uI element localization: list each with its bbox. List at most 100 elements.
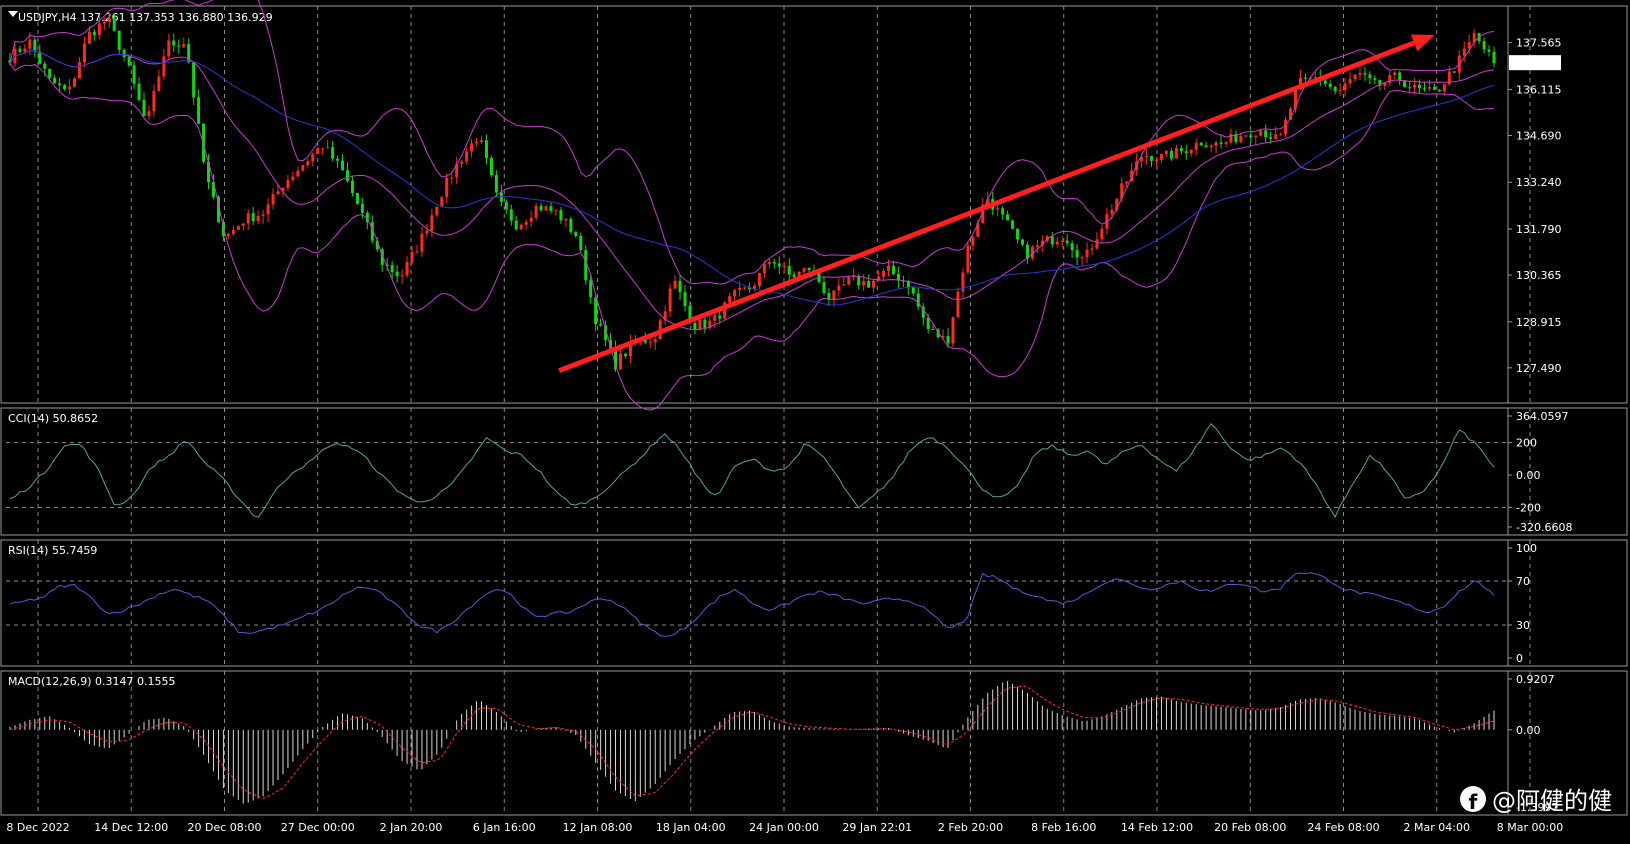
candle-body: [1204, 145, 1208, 148]
candle-body: [1025, 244, 1029, 259]
candle-body: [1284, 119, 1288, 135]
candle-body: [177, 45, 181, 47]
candle-body: [1080, 257, 1084, 259]
rsi-y-tick-label: 30: [1516, 619, 1530, 632]
x-tick-label: 24 Jan 00:00: [749, 821, 819, 834]
candle-body: [1338, 90, 1342, 92]
rsi-y-tick-label: 70: [1516, 575, 1530, 588]
candle-body: [554, 210, 558, 212]
candle-body: [519, 224, 523, 230]
candle-body: [1358, 72, 1362, 75]
candle-body: [693, 322, 697, 330]
x-tick-label: 6 Jan 16:00: [473, 821, 536, 834]
trading-chart[interactable]: 8 Dec 2022 14 Dec 12:00 20 Dec 08:00 27 Dec…: [0, 0, 1630, 844]
candle-body: [127, 56, 131, 66]
cci-y-tick-label: -200: [1516, 501, 1541, 514]
candle-body: [946, 336, 950, 344]
cci-title: CCI(14) 50.8652: [8, 412, 98, 425]
candle-body: [107, 17, 111, 23]
x-tick-label: 18 Jan 04:00: [656, 821, 726, 834]
x-tick-label: 12 Jan 08:00: [563, 821, 633, 834]
candle-body: [713, 315, 717, 321]
x-tick-label: 24 Feb 08:00: [1307, 821, 1379, 834]
candle-body: [1199, 142, 1203, 146]
candle-body: [951, 317, 955, 344]
candle-body: [1363, 72, 1367, 75]
y-tick-label: 127.490: [1516, 362, 1562, 375]
candle-body: [1194, 142, 1198, 150]
y-tick-label: 137.565: [1516, 37, 1562, 50]
x-tick-label: 2 Mar 04:00: [1404, 821, 1470, 834]
candle-body: [445, 177, 449, 198]
candle-body: [847, 276, 851, 285]
candle-body: [58, 83, 62, 86]
candle-body: [782, 266, 786, 268]
candle-body: [266, 204, 270, 215]
candle-body: [261, 214, 265, 216]
candle-body: [82, 43, 86, 63]
candle-body: [1035, 245, 1039, 247]
candle-body: [43, 63, 47, 69]
facebook-icon: f: [1460, 785, 1486, 812]
candle-body: [822, 282, 826, 293]
candle-body: [1393, 72, 1397, 76]
candle-body: [1269, 137, 1273, 139]
candle-body: [1209, 145, 1213, 148]
candle-body: [1239, 135, 1243, 143]
trend-arrow-shaft: [558, 40, 1415, 374]
candle-body: [1348, 79, 1352, 84]
candle-body: [1070, 243, 1074, 251]
y-tick-label: 128.915: [1516, 316, 1562, 329]
candle-body: [564, 218, 568, 221]
candle-body: [172, 40, 176, 46]
candle-body: [1164, 150, 1168, 155]
candle-body: [762, 264, 766, 274]
candle-body: [345, 170, 349, 182]
candle-body: [1418, 84, 1422, 89]
candle-body: [618, 353, 622, 370]
candle-body: [594, 297, 598, 325]
candle-body: [1413, 84, 1417, 88]
candle-body: [534, 205, 538, 218]
candle-body: [539, 205, 543, 211]
candle-body: [772, 262, 776, 264]
candle-body: [1264, 130, 1268, 138]
candle-body: [197, 97, 201, 124]
candle-body: [698, 319, 702, 330]
candle-body: [132, 65, 136, 84]
candle-body: [1090, 248, 1094, 250]
rsi-y-tick-label: 0: [1516, 652, 1523, 665]
candle-body: [1249, 135, 1253, 138]
candle-body: [1482, 41, 1486, 50]
x-tick-label: 14 Dec 12:00: [94, 821, 168, 834]
candle-body: [350, 181, 354, 194]
candle-body: [886, 265, 890, 272]
candle-body: [296, 170, 300, 177]
x-tick-label: 2 Jan 20:00: [380, 821, 443, 834]
candle-body: [87, 31, 91, 44]
candle-body: [246, 213, 250, 224]
candle-body: [162, 56, 166, 77]
candle-body: [1467, 42, 1471, 49]
candle-body: [102, 22, 106, 24]
candle-body: [1065, 240, 1069, 244]
candle-body: [321, 148, 325, 150]
macd-signal-line: [9, 685, 1495, 799]
candle-body: [956, 291, 960, 318]
candle-body: [569, 218, 573, 232]
candle-body: [405, 261, 409, 276]
macd-y-tick-label: 0.00: [1516, 724, 1541, 737]
candle-body: [589, 280, 593, 298]
candle-body: [1219, 142, 1223, 144]
candle-body: [911, 287, 915, 294]
candle-body: [777, 263, 781, 267]
candle-body: [276, 191, 280, 195]
macd-title: MACD(12,26,9) 0.3147 0.1555: [8, 675, 176, 688]
candle-body: [862, 281, 866, 286]
panel-frame-rsi: [0, 539, 1628, 667]
candle-body: [77, 62, 81, 79]
candle-body: [97, 23, 101, 35]
candle-body: [1432, 87, 1436, 90]
candle-body: [1398, 72, 1402, 81]
y-tick-label: 133.240: [1516, 176, 1562, 189]
